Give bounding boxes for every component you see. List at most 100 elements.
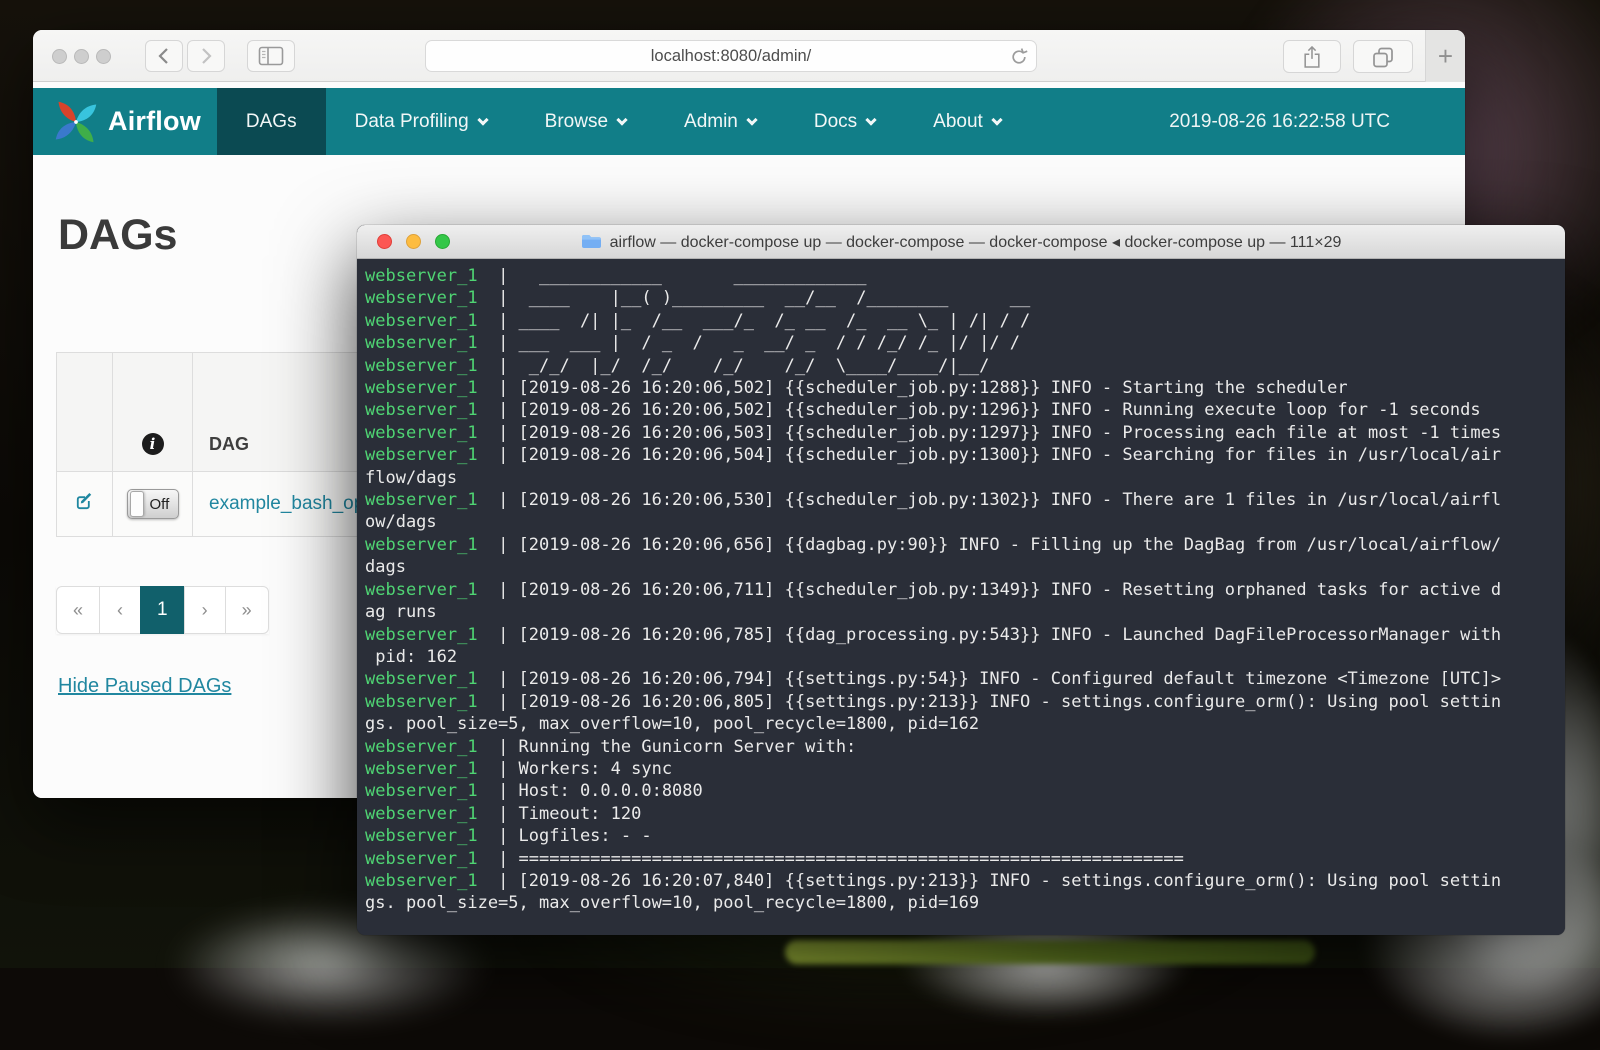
nav-item-label: Browse <box>545 111 608 133</box>
chevron-left-icon <box>157 47 171 65</box>
share-icon <box>1302 45 1322 69</box>
terminal-window: airflow — docker-compose up — docker-com… <box>357 225 1565 935</box>
nav-item-browse[interactable]: Browse <box>516 88 655 155</box>
terminal-log-line: webserver_1 | [2019-08-26 16:20:06,794] … <box>365 668 1557 690</box>
sidebar-icon <box>258 46 284 66</box>
nav-item-dags[interactable]: DAGs <box>217 88 326 155</box>
url-text: localhost:8080/admin/ <box>651 47 812 66</box>
terminal-log-line: gs. pool_size=5, max_overflow=10, pool_r… <box>365 892 1557 914</box>
forward-button[interactable] <box>187 40 225 72</box>
dag-pause-toggle[interactable]: Off <box>127 489 179 519</box>
chevron-down-icon <box>866 114 877 125</box>
nav-item-label: Docs <box>814 111 857 133</box>
page-next-button[interactable]: › <box>184 586 226 634</box>
nav-item-docs[interactable]: Docs <box>785 88 904 155</box>
window-controls <box>52 49 111 64</box>
terminal-log-line: pid: 162 <box>365 646 1557 668</box>
terminal-log-line: webserver_1 | Workers: 4 sync <box>365 758 1557 780</box>
terminal-log-line: webserver_1 | [2019-08-26 16:20:06,504] … <box>365 444 1557 466</box>
chevron-down-icon <box>746 114 757 125</box>
chevron-down-icon <box>991 114 1002 125</box>
terminal-log-line: webserver_1 | Running the Gunicorn Serve… <box>365 736 1557 758</box>
terminal-log-line: webserver_1 | [2019-08-26 16:20:07,840] … <box>365 870 1557 892</box>
close-button[interactable] <box>377 234 392 249</box>
utc-clock: 2019-08-26 16:22:58 UTC <box>1169 111 1390 133</box>
terminal-log-line: webserver_1 | _/_/ |_/ /_/ /_/ /_/ \____… <box>365 355 1557 377</box>
plus-icon: + <box>1438 41 1453 72</box>
terminal-log-line: webserver_1 | [2019-08-26 16:20:06,785] … <box>365 624 1557 646</box>
brand-label: Airflow <box>108 106 201 137</box>
zoom-button[interactable] <box>435 234 450 249</box>
dag-header-label: DAG <box>209 434 249 454</box>
chevron-down-icon <box>477 114 488 125</box>
page-first-button[interactable]: « <box>56 586 100 634</box>
chevron-down-icon <box>616 114 627 125</box>
show-tabs-button[interactable] <box>1353 40 1413 73</box>
edit-dag-icon[interactable] <box>73 490 96 513</box>
info-column-header: i <box>113 353 193 472</box>
tabs-icon <box>1371 45 1395 69</box>
terminal-log-line: flow/dags <box>365 467 1557 489</box>
terminal-log-line: webserver_1 | [2019-08-26 16:20:06,503] … <box>365 422 1557 444</box>
terminal-log-line: webserver_1 | ____ /| |_ /__ ___/_ /_ __… <box>365 310 1557 332</box>
toggle-label: Off <box>150 496 170 513</box>
zoom-button[interactable] <box>96 49 111 64</box>
share-button[interactable] <box>1283 40 1341 73</box>
minimize-button[interactable] <box>406 234 421 249</box>
edit-cell <box>57 472 113 537</box>
terminal-window-controls <box>377 234 450 249</box>
nav-item-about[interactable]: About <box>904 88 1030 155</box>
terminal-titlebar: airflow — docker-compose up — docker-com… <box>357 225 1565 259</box>
navbar-items: DAGs Data Profiling Browse Admin Docs About <box>217 88 1030 155</box>
close-button[interactable] <box>52 49 67 64</box>
toggle-cell: Off <box>113 472 193 537</box>
airflow-navbar: Airflow DAGs Data Profiling Browse Admin Doc… <box>33 88 1465 155</box>
info-circle-icon: i <box>142 433 164 455</box>
terminal-title: airflow — docker-compose up — docker-com… <box>610 232 1342 252</box>
wallpaper-shape <box>785 940 1315 964</box>
toggle-knob <box>130 491 144 517</box>
folder-icon <box>581 233 602 250</box>
airflow-logo-icon <box>53 99 99 145</box>
terminal-log-line: webserver_1 | ___ ___ | / _ / _ __/ _ / … <box>365 332 1557 354</box>
terminal-log-line: webserver_1 | Logfiles: - - <box>365 825 1557 847</box>
terminal-log-line: dags <box>365 556 1557 578</box>
terminal-output: webserver_1 | ____________ _____________… <box>357 259 1565 935</box>
terminal-log-line: gs. pool_size=5, max_overflow=10, pool_r… <box>365 713 1557 735</box>
nav-item-admin[interactable]: Admin <box>655 88 785 155</box>
terminal-log-line: ow/dags <box>365 511 1557 533</box>
reload-icon[interactable] <box>1009 47 1029 67</box>
terminal-log-line: webserver_1 | Timeout: 120 <box>365 803 1557 825</box>
terminal-log-line: webserver_1 | [2019-08-26 16:20:06,711] … <box>365 579 1557 601</box>
nav-item-data-profiling[interactable]: Data Profiling <box>326 88 516 155</box>
page-prev-button[interactable]: ‹ <box>99 586 141 634</box>
terminal-log-line: webserver_1 | ____ |__( )_________ __/__… <box>365 287 1557 309</box>
terminal-log-line: webserver_1 | [2019-08-26 16:20:06,656] … <box>365 534 1557 556</box>
terminal-log-line: webserver_1 | Host: 0.0.0.0:8080 <box>365 780 1557 802</box>
nav-item-label: About <box>933 111 983 133</box>
nav-item-label: Admin <box>684 111 738 133</box>
pagination: «‹1›» <box>56 586 269 634</box>
page-title: DAGs <box>58 211 177 260</box>
terminal-log-line: webserver_1 | ____________ _____________ <box>365 265 1557 287</box>
terminal-title-group: airflow — docker-compose up — docker-com… <box>581 232 1342 252</box>
minimize-button[interactable] <box>74 49 89 64</box>
terminal-log-line: webserver_1 | ==========================… <box>365 848 1557 870</box>
terminal-log-line: ag runs <box>365 601 1557 623</box>
new-tab-button[interactable]: + <box>1425 30 1465 82</box>
airflow-brand[interactable]: Airflow <box>53 88 201 155</box>
browser-toolbar: localhost:8080/admin/ + <box>33 30 1465 82</box>
sidebar-button[interactable] <box>247 40 295 72</box>
nav-item-label: DAGs <box>246 111 297 133</box>
back-button[interactable] <box>145 40 183 72</box>
nav-item-label: Data Profiling <box>355 111 469 133</box>
edit-column-header <box>57 353 113 472</box>
page-1-button[interactable]: 1 <box>140 586 185 634</box>
terminal-log-line: webserver_1 | [2019-08-26 16:20:06,502] … <box>365 377 1557 399</box>
chevron-right-icon <box>199 47 213 65</box>
page-last-button[interactable]: » <box>225 586 269 634</box>
terminal-log-line: webserver_1 | [2019-08-26 16:20:06,805] … <box>365 691 1557 713</box>
hide-paused-dags-link[interactable]: Hide Paused DAGs <box>58 675 231 698</box>
url-field[interactable]: localhost:8080/admin/ <box>425 40 1037 72</box>
terminal-log-line: webserver_1 | [2019-08-26 16:20:06,502] … <box>365 399 1557 421</box>
